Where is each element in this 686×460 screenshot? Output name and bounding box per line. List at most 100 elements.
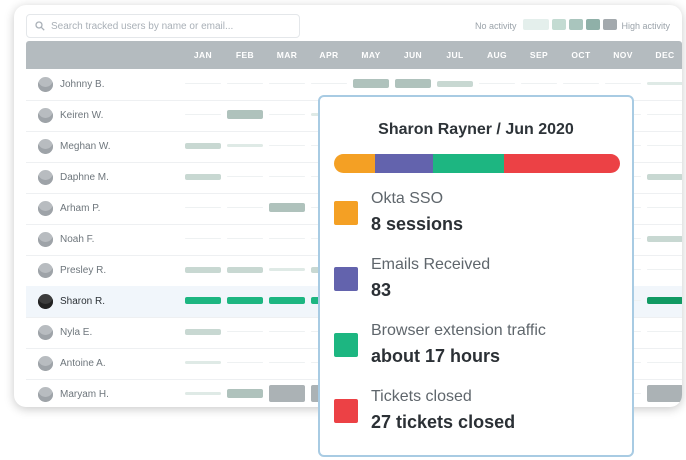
activity-cell[interactable] — [227, 267, 263, 273]
activity-cell[interactable] — [227, 144, 263, 147]
activity-cell[interactable] — [185, 329, 221, 335]
stack-segment — [375, 154, 433, 173]
search-box[interactable]: Search tracked users by name or email... — [26, 14, 300, 38]
activity-cell[interactable] — [269, 203, 305, 212]
activity-cell[interactable] — [647, 114, 682, 115]
activity-cell[interactable] — [647, 297, 682, 304]
activity-cell[interactable] — [269, 238, 305, 239]
user-name: Keiren W. — [60, 110, 104, 121]
legend-swatch — [523, 19, 550, 30]
user-name: Presley R. — [60, 265, 107, 276]
activity-cell[interactable] — [185, 174, 221, 180]
activity-cell[interactable] — [185, 83, 221, 84]
metric-color-swatch — [334, 267, 358, 291]
activity-cell[interactable] — [227, 110, 263, 119]
activity-cell[interactable] — [563, 83, 599, 84]
metric-value: about 17 hours — [371, 346, 501, 366]
activity-cell[interactable] — [311, 83, 347, 84]
activity-cell[interactable] — [647, 362, 682, 363]
activity-cell[interactable] — [269, 297, 305, 304]
activity-cell[interactable] — [479, 83, 515, 84]
user-name: Sharon R. — [60, 296, 106, 307]
activity-cell[interactable] — [227, 207, 263, 208]
activity-cell[interactable] — [227, 331, 263, 332]
activity-cell[interactable] — [269, 83, 305, 84]
activity-cell[interactable] — [227, 238, 263, 239]
month-label-sep: SEP — [529, 50, 549, 60]
user-name: Arham P. — [60, 203, 101, 214]
activity-cell[interactable] — [647, 236, 682, 242]
activity-cell[interactable] — [185, 143, 221, 149]
stack-segment — [432, 154, 505, 173]
metric-value: 27 tickets closed — [371, 412, 516, 432]
user-name: Maryam H. — [60, 389, 109, 400]
activity-cell[interactable] — [185, 238, 221, 239]
activity-cell[interactable] — [227, 176, 263, 177]
avatar — [38, 356, 53, 371]
metric-label: Browser extension traffic — [371, 322, 546, 339]
legend-swatch — [552, 19, 567, 30]
activity-cell[interactable] — [227, 362, 263, 363]
user-name: Noah F. — [60, 234, 95, 245]
legend-swatch — [586, 19, 601, 30]
activity-cell[interactable] — [185, 297, 221, 304]
metric-value: 83 — [371, 280, 392, 300]
legend-swatch — [603, 19, 618, 30]
user-name: Antoine A. — [60, 358, 106, 369]
activity-cell[interactable] — [269, 362, 305, 363]
activity-cell[interactable] — [185, 267, 221, 273]
search-icon — [35, 21, 45, 31]
activity-cell[interactable] — [647, 269, 682, 270]
month-label-jan: JAN — [193, 50, 213, 60]
activity-cell[interactable] — [185, 207, 221, 208]
activity-cell[interactable] — [269, 114, 305, 115]
activity-cell[interactable] — [185, 392, 221, 395]
activity-cell[interactable] — [647, 145, 682, 146]
activity-tooltip: Sharon Rayner / Jun 2020 Okta SSO 8 sessi… — [318, 95, 634, 457]
activity-cell[interactable] — [647, 82, 682, 85]
month-label-oct: OCT — [571, 50, 591, 60]
activity-cell[interactable] — [227, 389, 263, 398]
user-name: Daphne M. — [60, 172, 109, 183]
activity-cell[interactable] — [521, 83, 557, 84]
activity-cell[interactable] — [353, 79, 389, 88]
tooltip-title: Sharon Rayner / Jun 2020 — [378, 121, 574, 138]
activity-cell[interactable] — [269, 331, 305, 332]
activity-cell[interactable] — [185, 114, 221, 115]
activity-cell[interactable] — [227, 297, 263, 304]
activity-cell[interactable] — [647, 385, 682, 402]
month-label-feb: FEB — [235, 50, 255, 60]
metric-color-swatch — [334, 399, 358, 423]
activity-cell[interactable] — [395, 79, 431, 88]
legend-swatch — [569, 19, 584, 30]
metric-label: Tickets closed — [371, 388, 472, 405]
month-label-may: MAY — [361, 50, 381, 60]
avatar — [38, 170, 53, 185]
legend-low-label: No activity — [474, 20, 517, 31]
activity-cell[interactable] — [269, 385, 305, 402]
legend-swatches — [520, 19, 618, 32]
metric-label: Okta SSO — [371, 190, 444, 207]
activity-cell[interactable] — [269, 176, 305, 177]
user-name: Meghan W. — [60, 141, 111, 152]
month-label-jul: JUL — [446, 50, 464, 60]
user-name: Johnny B. — [60, 79, 105, 90]
avatar — [38, 139, 53, 154]
activity-cell[interactable] — [269, 268, 305, 271]
month-label-nov: NOV — [613, 50, 633, 60]
activity-cell[interactable] — [647, 331, 682, 332]
month-label-jun: JUN — [403, 50, 423, 60]
month-label-apr: APR — [319, 50, 339, 60]
month-label-mar: MAR — [276, 50, 298, 60]
activity-cell[interactable] — [647, 174, 682, 180]
avatar — [38, 201, 53, 216]
activity-cell[interactable] — [227, 83, 263, 84]
activity-cell[interactable] — [605, 83, 641, 84]
activity-cell[interactable] — [437, 81, 473, 87]
avatar — [38, 387, 53, 402]
activity-cell[interactable] — [269, 145, 305, 146]
activity-cell[interactable] — [185, 361, 221, 364]
activity-cell[interactable] — [647, 207, 682, 208]
user-name: Nyla E. — [60, 327, 93, 338]
avatar — [38, 108, 53, 123]
